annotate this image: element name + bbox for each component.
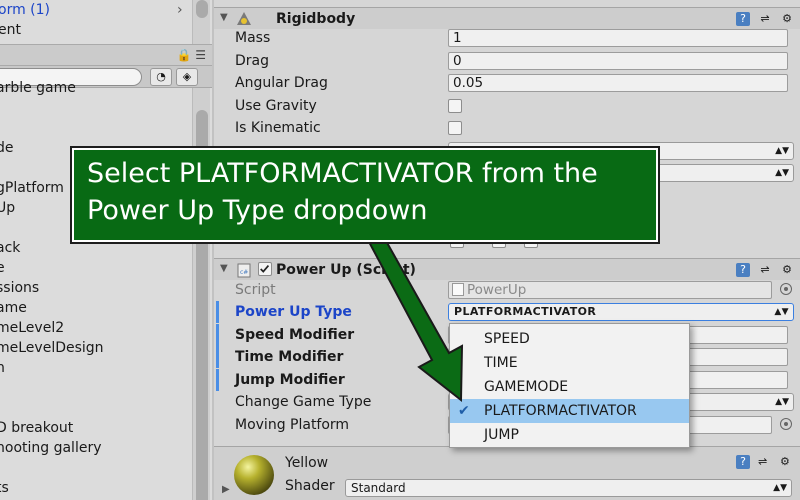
callout-line-2: Power Up Type dropdown [87,195,428,226]
callout-arrow [366,230,464,403]
instruction-callout: Select PLATFORMACTIVATOR from the Power … [72,148,658,242]
callout-line-1: Select PLATFORMACTIVATOR from the [87,158,598,189]
